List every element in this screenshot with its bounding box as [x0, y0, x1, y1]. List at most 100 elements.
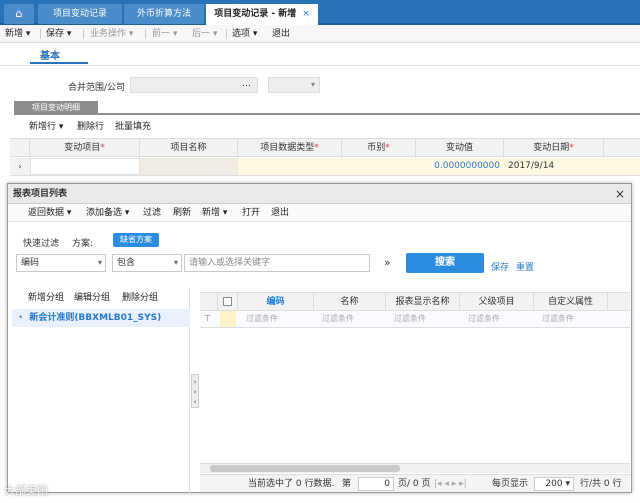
return-data-button[interactable]: 返回数据 ▾: [28, 204, 71, 222]
column-header-label: 变动值: [445, 143, 473, 153]
column-header-custom[interactable]: 自定义属性: [534, 293, 608, 311]
next-button[interactable]: 后一 ▾: [192, 25, 217, 43]
divider: [226, 29, 227, 39]
change-item-cell[interactable]: [30, 158, 140, 175]
refresh-button[interactable]: 刷新: [173, 204, 191, 222]
page-nav-icons[interactable]: |◂ ◂ ▸ ▸|: [434, 475, 467, 493]
reset-link[interactable]: 重置: [516, 260, 534, 273]
column-header[interactable]: 项目数据类型*: [238, 139, 342, 158]
divider: [14, 113, 640, 115]
expand-icon[interactable]: »: [384, 256, 391, 269]
chevron-down-icon: ▾: [310, 80, 315, 89]
filter-field-select[interactable]: 编码 ▾: [16, 254, 106, 272]
add-row-button[interactable]: 新增行 ▾: [29, 118, 63, 136]
column-header-code[interactable]: 编码: [238, 293, 314, 311]
save-scheme-link[interactable]: 保存: [491, 260, 509, 273]
add-group-button[interactable]: 新增分组: [28, 289, 64, 307]
new-button[interactable]: 新增 ▾: [5, 25, 30, 43]
select-all-checkbox-cell[interactable]: [218, 293, 238, 311]
column-header-label: 变动日期: [533, 143, 570, 153]
delete-group-button[interactable]: 删除分组: [122, 289, 158, 307]
required-mark: *: [100, 143, 105, 153]
filter-cell-custom[interactable]: 过滤条件: [538, 311, 574, 327]
batch-fill-button[interactable]: 批量填充: [115, 118, 151, 136]
tab-label: 项目变动记录: [52, 9, 107, 19]
search-button[interactable]: 搜索: [406, 253, 484, 273]
tab-change-record[interactable]: 项目变动记录: [38, 4, 122, 24]
new-button[interactable]: 新增 ▾: [202, 204, 227, 222]
close-icon[interactable]: ×: [615, 184, 625, 204]
active-tab-indicator: [30, 62, 88, 64]
pagination-bar: 当前选中了 0 行数据. 第 0 页/ 0 页 |◂ ◂ ▸ ▸| 每页显示 2…: [200, 474, 630, 492]
row-indicator-header: [200, 293, 218, 311]
tab-change-record-new[interactable]: 项目变动记录 - 新增 ×: [206, 4, 318, 26]
scrollbar-thumb[interactable]: [210, 465, 400, 472]
keyword-input[interactable]: 请输入或选择关键字: [184, 254, 370, 272]
per-page-label: 每页显示: [492, 479, 529, 489]
tree-item-label: 新会计准则(BBXMLB01_SYS): [29, 313, 162, 323]
column-header-name[interactable]: 名称: [314, 293, 386, 311]
selection-status: 当前选中了 0 行数据.: [248, 479, 335, 489]
tab-label: 外币折算方法: [136, 9, 191, 19]
column-header-label: 项目数据类型: [260, 143, 315, 153]
column-header-parent[interactable]: 父级项目: [460, 293, 534, 311]
column-header-display-name[interactable]: 报表显示名称: [386, 293, 460, 311]
close-icon[interactable]: ×: [302, 9, 310, 19]
filter-cell-code[interactable]: 过滤条件: [242, 311, 278, 327]
prev-button[interactable]: 前一 ▾: [152, 25, 177, 43]
chevron-down-icon: ▾: [173, 258, 178, 267]
table-row[interactable]: › 0.0000000000 2017/9/14: [10, 158, 640, 176]
ellipsis-icon[interactable]: …: [242, 79, 251, 89]
column-header[interactable]: 变动日期*: [504, 139, 604, 158]
company-select[interactable]: ▾: [268, 77, 320, 93]
row-expand-icon[interactable]: ›: [10, 158, 30, 175]
filter-row: ⊤ 过滤条件 过滤条件 过滤条件 过滤条件 过滤条件: [200, 311, 630, 328]
tab-bar: ⌂ 项目变动记录 外币折算方法 项目变动记录 - 新增 ×: [0, 0, 640, 26]
checkbox[interactable]: [223, 297, 232, 306]
scope-label: 合并范围/公司: [68, 83, 126, 93]
tab-basic[interactable]: 基本: [40, 47, 60, 62]
horizontal-scrollbar[interactable]: [200, 463, 630, 473]
business-ops-button[interactable]: 业务操作 ▾: [90, 25, 133, 43]
divider: [0, 65, 640, 66]
report-item-list-dialog: 报表项目列表 × 返回数据 ▾ 添加备选 ▾ 过滤 刷新 新增 ▾ 打开 退出 …: [7, 183, 632, 494]
column-header[interactable]: 变动值: [416, 139, 504, 158]
change-value-cell[interactable]: 0.0000000000: [416, 158, 504, 175]
scope-input[interactable]: …: [130, 77, 258, 93]
filter-button[interactable]: 过滤: [143, 204, 161, 222]
home-icon[interactable]: ⌂: [4, 4, 34, 24]
filter-cell[interactable]: [220, 311, 236, 327]
quick-filter-label: 快速过滤: [23, 239, 60, 249]
options-button[interactable]: 选项 ▾: [232, 25, 257, 43]
column-header[interactable]: 币别*: [342, 139, 416, 158]
grid-header: 变动项目* 项目名称 项目数据类型* 币别* 变动值 变动日期*: [10, 138, 640, 158]
page-number-input[interactable]: 0: [358, 477, 394, 491]
filter-cell-parent[interactable]: 过滤条件: [464, 311, 500, 327]
change-date-cell[interactable]: 2017/9/14: [508, 158, 604, 175]
chevron-down-icon: ▾: [97, 258, 102, 267]
collapse-panel-handle[interactable]: › › ‹: [191, 374, 199, 408]
tab-currency-method[interactable]: 外币折算方法: [124, 4, 204, 24]
add-candidate-button[interactable]: 添加备选 ▾: [86, 204, 129, 222]
delete-row-button[interactable]: 删除行: [77, 118, 104, 136]
save-button[interactable]: 保存 ▾: [46, 25, 71, 43]
open-button[interactable]: 打开: [242, 204, 260, 222]
default-scheme-button[interactable]: 缺省方案: [113, 233, 159, 247]
group-tree-panel: 新增分组 编辑分组 删除分组 • 新会计准则(BBXMLB01_SYS): [12, 289, 190, 494]
filter-cell-display-name[interactable]: 过滤条件: [390, 311, 426, 327]
filter-cell-name[interactable]: 过滤条件: [318, 311, 354, 327]
column-header[interactable]: 变动项目*: [30, 139, 140, 158]
divider: [145, 29, 146, 39]
list-header: 编码 名称 报表显示名称 父级项目 自定义属性: [200, 292, 630, 311]
divider: [40, 29, 41, 39]
filter-operator-select[interactable]: 包含 ▾: [112, 254, 182, 272]
tree-item[interactable]: • 新会计准则(BBXMLB01_SYS): [12, 309, 190, 327]
per-page-select[interactable]: 200 ▾: [534, 477, 574, 491]
required-mark: *: [569, 143, 574, 153]
edit-group-button[interactable]: 编辑分组: [74, 289, 110, 307]
dialog-title: 报表项目列表: [8, 184, 631, 204]
column-header[interactable]: 项目名称: [140, 139, 238, 158]
exit-button[interactable]: 退出: [272, 25, 290, 43]
exit-button[interactable]: 退出: [271, 204, 289, 222]
required-mark: *: [385, 143, 390, 153]
